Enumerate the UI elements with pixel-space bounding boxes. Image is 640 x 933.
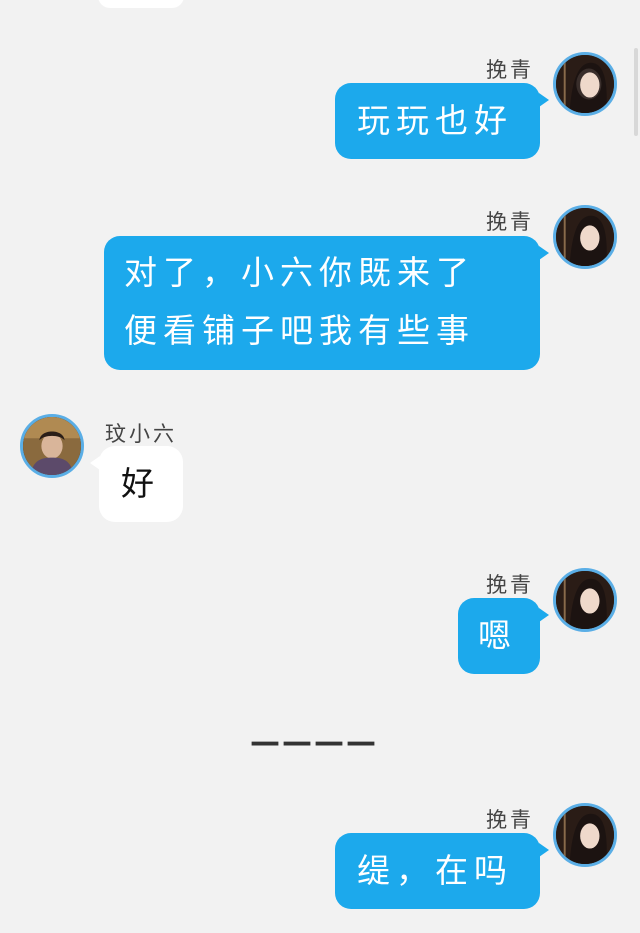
woman-portrait-icon xyxy=(556,571,614,629)
previous-message-bubble[interactable] xyxy=(98,0,184,8)
scrollbar[interactable] xyxy=(634,48,638,136)
woman-portrait-icon xyxy=(556,55,614,113)
woman-portrait-icon xyxy=(556,208,614,266)
sender-name: 挽青 xyxy=(486,210,534,234)
time-divider: ———— xyxy=(250,725,378,760)
sender-name: 挽青 xyxy=(486,58,534,82)
message-bubble-self[interactable]: 玩玩也好 xyxy=(335,83,549,159)
self-avatar[interactable] xyxy=(553,205,617,269)
self-avatar[interactable] xyxy=(553,568,617,632)
other-avatar[interactable] xyxy=(20,414,84,478)
message-bubble-self[interactable]: 对了，小六你既来了 便看铺子吧我有些事 xyxy=(104,236,549,370)
sender-name: 玟小六 xyxy=(105,422,177,446)
man-portrait-icon xyxy=(23,417,81,475)
sender-name: 挽青 xyxy=(486,573,534,597)
message-bubble-other[interactable]: 好 xyxy=(90,446,183,522)
woman-portrait-icon xyxy=(556,806,614,864)
self-avatar[interactable] xyxy=(553,52,617,116)
message-bubble-self[interactable]: 缇，在吗 xyxy=(335,833,549,909)
sender-name: 挽青 xyxy=(486,808,534,832)
self-avatar[interactable] xyxy=(553,803,617,867)
message-bubble-self[interactable]: 嗯 xyxy=(458,598,549,674)
